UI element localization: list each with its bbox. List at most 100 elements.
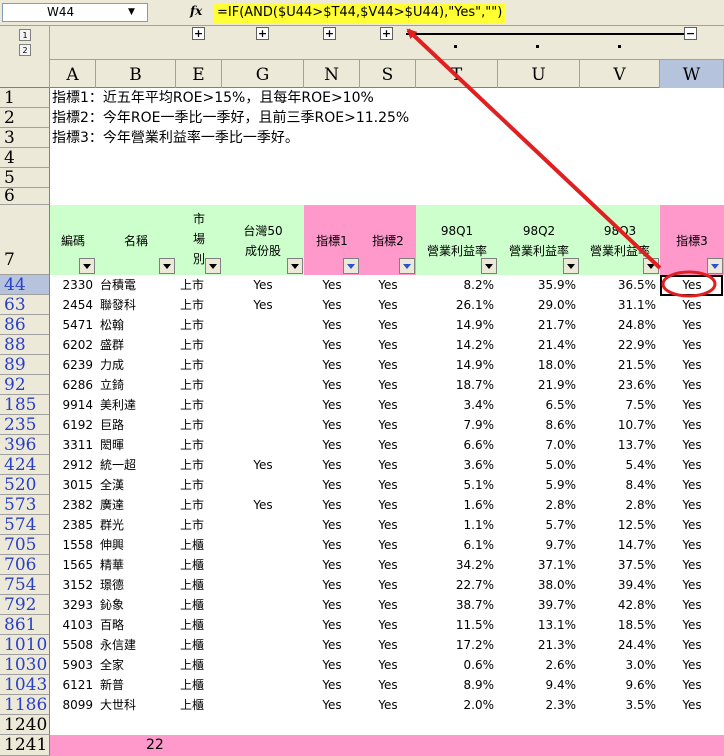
cell-q2[interactable]: 2.8% bbox=[498, 495, 580, 515]
filter-active-button[interactable] bbox=[399, 258, 415, 274]
cell-i3[interactable]: Yes bbox=[660, 555, 724, 575]
expand-group-button[interactable]: + bbox=[256, 27, 269, 40]
cell-name[interactable]: 台積電 bbox=[96, 275, 176, 295]
column-header-b[interactable]: B bbox=[96, 60, 176, 88]
cell-q1[interactable]: 5.1% bbox=[416, 475, 498, 495]
cell-name[interactable]: 聯發科 bbox=[96, 295, 176, 315]
header-q2[interactable]: 98Q2 營業利益率 bbox=[498, 205, 580, 275]
cell-q1[interactable]: 8.9% bbox=[416, 675, 498, 695]
column-header-e[interactable]: E bbox=[176, 60, 222, 88]
outline-level-2-button[interactable]: 2 bbox=[19, 44, 31, 56]
cell-tw50[interactable] bbox=[222, 395, 304, 415]
cell-i3[interactable]: Yes bbox=[660, 475, 724, 495]
cell-q3[interactable]: 21.5% bbox=[580, 355, 660, 375]
row-header[interactable]: 4 bbox=[0, 148, 50, 168]
cell-i2[interactable]: Yes bbox=[360, 295, 416, 315]
cell-q1[interactable]: 1.6% bbox=[416, 495, 498, 515]
cell-q2[interactable]: 5.7% bbox=[498, 515, 580, 535]
cell-market[interactable]: 上市 bbox=[176, 515, 222, 535]
cell-q2[interactable]: 18.0% bbox=[498, 355, 580, 375]
row-header[interactable]: 7 bbox=[0, 205, 50, 275]
cell-code[interactable]: 9914 bbox=[50, 395, 96, 415]
cell-q1[interactable]: 17.2% bbox=[416, 635, 498, 655]
filter-dropdown-button[interactable] bbox=[205, 258, 221, 274]
cell-q2[interactable]: 35.9% bbox=[498, 275, 580, 295]
active-cell-border[interactable] bbox=[660, 275, 723, 296]
row-header[interactable]: 89 bbox=[0, 355, 50, 375]
cell-i1[interactable]: Yes bbox=[304, 375, 360, 395]
cell-q1[interactable]: 7.9% bbox=[416, 415, 498, 435]
cell-i2[interactable]: Yes bbox=[360, 695, 416, 715]
cell-market[interactable]: 上櫃 bbox=[176, 535, 222, 555]
cell-i3[interactable]: Yes bbox=[660, 615, 724, 635]
cell-code[interactable]: 4103 bbox=[50, 615, 96, 635]
cell-code[interactable]: 8099 bbox=[50, 695, 96, 715]
cell-name[interactable]: 全家 bbox=[96, 655, 176, 675]
cell-q3[interactable]: 12.5% bbox=[580, 515, 660, 535]
cell-i1[interactable]: Yes bbox=[304, 395, 360, 415]
cell-tw50[interactable]: Yes bbox=[222, 455, 304, 475]
cell-name[interactable]: 盛群 bbox=[96, 335, 176, 355]
cell-market[interactable]: 上市 bbox=[176, 475, 222, 495]
cell-q2[interactable]: 13.1% bbox=[498, 615, 580, 635]
cell-i2[interactable]: Yes bbox=[360, 415, 416, 435]
cell-i3[interactable]: Yes bbox=[660, 455, 724, 475]
header-name[interactable]: 名稱 bbox=[96, 205, 176, 275]
cell-i2[interactable]: Yes bbox=[360, 535, 416, 555]
cell-q2[interactable]: 2.3% bbox=[498, 695, 580, 715]
cell-i1[interactable]: Yes bbox=[304, 415, 360, 435]
cell-q1[interactable]: 1.1% bbox=[416, 515, 498, 535]
cell-q3[interactable]: 3.5% bbox=[580, 695, 660, 715]
cell-i1[interactable]: Yes bbox=[304, 315, 360, 335]
cell-i1[interactable]: Yes bbox=[304, 635, 360, 655]
header-indicator-2[interactable]: 指標2 bbox=[360, 205, 416, 275]
cell-q3[interactable]: 22.9% bbox=[580, 335, 660, 355]
cell-q3[interactable]: 5.4% bbox=[580, 455, 660, 475]
row-header[interactable]: 5 bbox=[0, 168, 50, 188]
cell-market[interactable]: 上市 bbox=[176, 415, 222, 435]
cell-i2[interactable]: Yes bbox=[360, 575, 416, 595]
cell-i1[interactable]: Yes bbox=[304, 475, 360, 495]
cell-tw50[interactable] bbox=[222, 435, 304, 455]
cell-i3[interactable]: Yes bbox=[660, 395, 724, 415]
header-tw50[interactable]: 台灣50 成份股 bbox=[222, 205, 304, 275]
cell-i1[interactable]: Yes bbox=[304, 435, 360, 455]
cell-q1[interactable]: 22.7% bbox=[416, 575, 498, 595]
cell-tw50[interactable] bbox=[222, 355, 304, 375]
cell-i3[interactable]: Yes bbox=[660, 355, 724, 375]
cell-q3[interactable]: 42.8% bbox=[580, 595, 660, 615]
row-header[interactable]: 754 bbox=[0, 575, 50, 595]
criteria-note-3[interactable]: 指標3：今年營業利益率一季比一季好。 bbox=[52, 128, 299, 148]
row-header[interactable]: 1030 bbox=[0, 655, 50, 675]
cell-i3[interactable]: Yes bbox=[660, 495, 724, 515]
cell-name[interactable]: 巨路 bbox=[96, 415, 176, 435]
cell-code[interactable]: 6239 bbox=[50, 355, 96, 375]
cell-q1[interactable]: 0.6% bbox=[416, 655, 498, 675]
cell-q3[interactable]: 13.7% bbox=[580, 435, 660, 455]
cell-code[interactable]: 2454 bbox=[50, 295, 96, 315]
cell-i3[interactable]: Yes bbox=[660, 675, 724, 695]
cell-code[interactable]: 6192 bbox=[50, 415, 96, 435]
cell-q2[interactable]: 21.7% bbox=[498, 315, 580, 335]
cell-i2[interactable]: Yes bbox=[360, 515, 416, 535]
column-header-g[interactable]: G bbox=[222, 60, 304, 88]
cell-q3[interactable]: 23.6% bbox=[580, 375, 660, 395]
cell-q3[interactable]: 3.0% bbox=[580, 655, 660, 675]
cell-market[interactable]: 上市 bbox=[176, 375, 222, 395]
cell-i2[interactable]: Yes bbox=[360, 635, 416, 655]
cell-q1[interactable]: 18.7% bbox=[416, 375, 498, 395]
cell-i3[interactable]: Yes bbox=[660, 595, 724, 615]
cell-i2[interactable]: Yes bbox=[360, 315, 416, 335]
cell-name[interactable]: 立錡 bbox=[96, 375, 176, 395]
cell-i3[interactable]: Yes bbox=[660, 315, 724, 335]
row-header[interactable]: 861 bbox=[0, 615, 50, 635]
row-header[interactable]: 6 bbox=[0, 188, 50, 205]
cell-name[interactable]: 百略 bbox=[96, 615, 176, 635]
cell-i2[interactable]: Yes bbox=[360, 335, 416, 355]
cell-i2[interactable]: Yes bbox=[360, 495, 416, 515]
cell-i2[interactable]: Yes bbox=[360, 375, 416, 395]
cell-market[interactable]: 上櫃 bbox=[176, 655, 222, 675]
cell-q3[interactable]: 9.6% bbox=[580, 675, 660, 695]
cell-q2[interactable]: 21.9% bbox=[498, 375, 580, 395]
cell-code[interactable]: 6286 bbox=[50, 375, 96, 395]
